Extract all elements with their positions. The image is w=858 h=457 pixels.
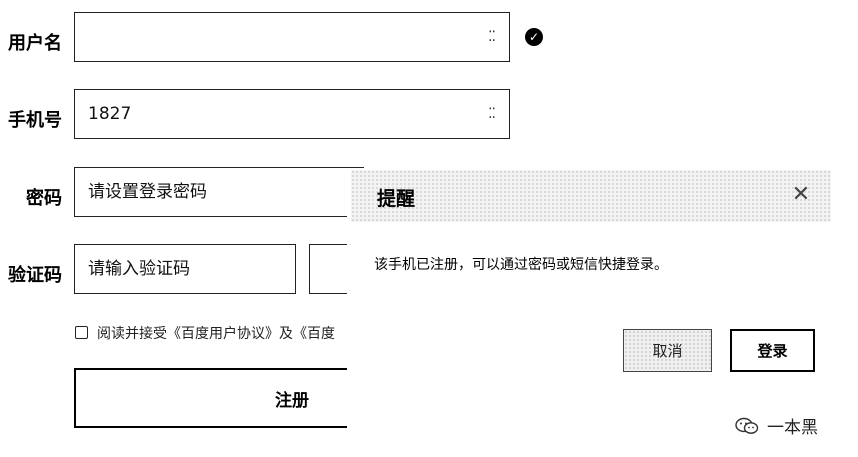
close-icon[interactable]: ✕: [788, 181, 814, 207]
username-input[interactable]: [88, 27, 446, 47]
phone-label: 手机号: [8, 110, 62, 131]
username-field[interactable]: ⁚⁚: [74, 12, 510, 62]
clear-icon[interactable]: ⁚⁚: [488, 29, 496, 45]
phone-field[interactable]: ⁚⁚: [74, 89, 510, 139]
cancel-button[interactable]: 取消: [623, 329, 712, 372]
check-circle-icon: ✓: [525, 28, 543, 46]
register-label: 注册: [275, 390, 309, 411]
phone-input[interactable]: [88, 104, 446, 124]
password-label: 密码: [26, 188, 62, 209]
watermark: 一本黑: [735, 413, 818, 438]
code-field[interactable]: [74, 244, 296, 294]
wechat-icon: [735, 417, 759, 435]
agree-checkbox[interactable]: [75, 326, 88, 339]
dialog-title: 提醒: [377, 188, 416, 210]
password-field[interactable]: [74, 167, 364, 217]
watermark-text: 一本黑: [767, 418, 818, 438]
clear-icon[interactable]: ⁚⁚: [488, 106, 496, 122]
code-label: 验证码: [8, 265, 62, 286]
login-button[interactable]: 登录: [730, 329, 815, 372]
password-input[interactable]: [88, 182, 322, 202]
registered-dialog: 提醒 ✕ 该手机已注册，可以通过密码或短信快捷登录。 取消 登录 一本黑: [347, 168, 858, 457]
username-label: 用户名: [8, 33, 62, 54]
dialog-message: 该手机已注册，可以通过密码或短信快捷登录。: [374, 257, 668, 273]
dialog-header: 提醒 ✕: [351, 170, 831, 222]
code-input[interactable]: [88, 259, 264, 279]
login-label: 登录: [757, 342, 788, 360]
cancel-label: 取消: [652, 342, 683, 360]
agree-text: 阅读并接受《百度用户协议》及《百度: [97, 326, 335, 342]
